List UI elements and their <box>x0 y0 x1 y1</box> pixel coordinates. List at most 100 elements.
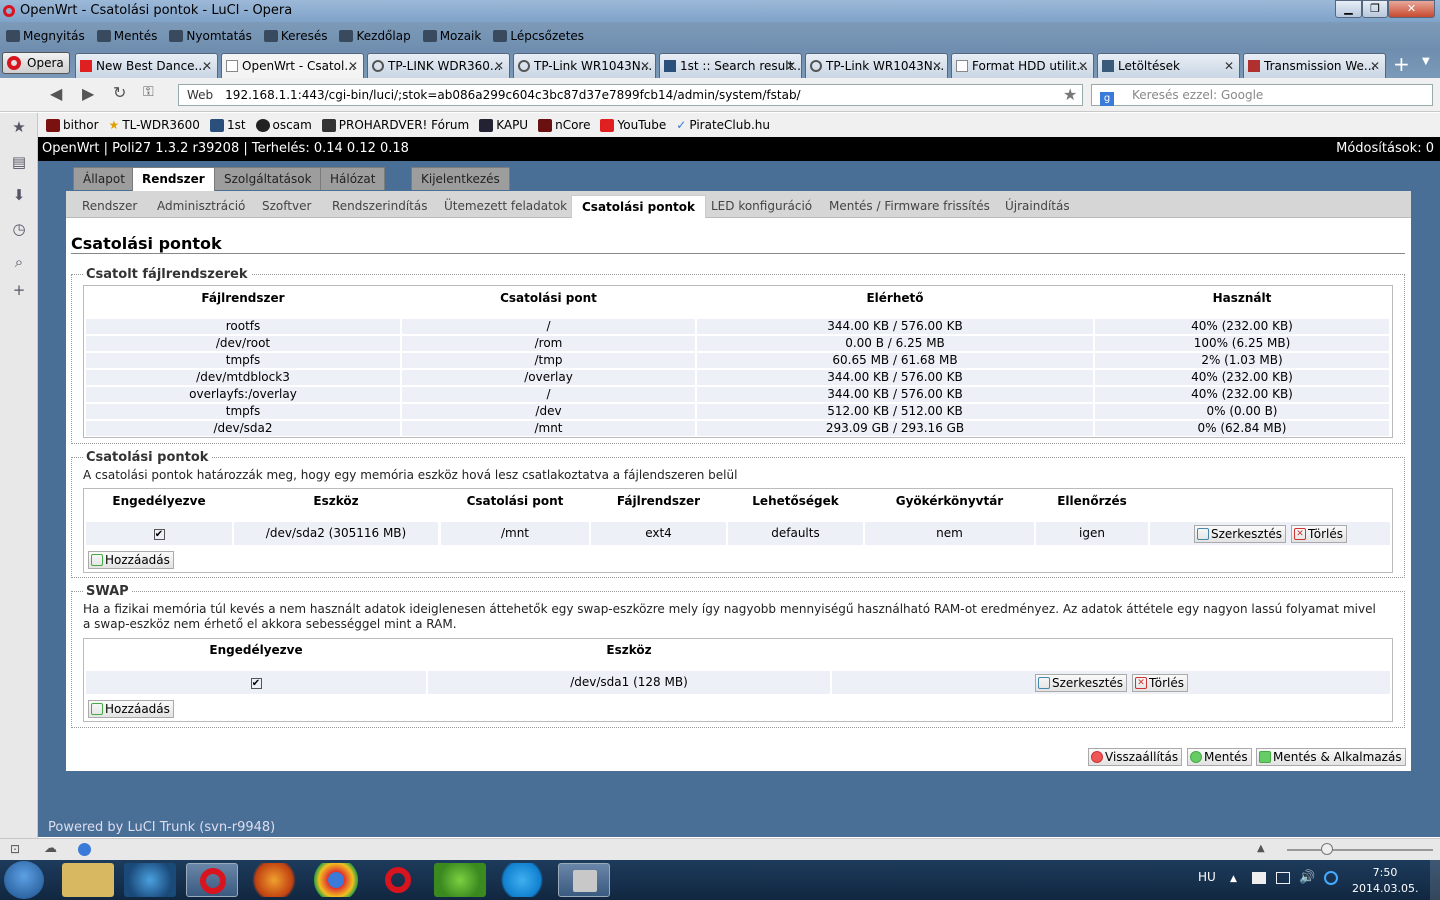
browser-tab[interactable]: Format HDD utilit... ✕ <box>951 53 1094 78</box>
tab-network[interactable]: Hálózat <box>320 167 386 190</box>
show-desktop-button[interactable] <box>1430 860 1440 900</box>
network-icon[interactable] <box>1276 872 1290 884</box>
add-mount-button[interactable]: Hozzáadás <box>88 551 174 569</box>
tray-app-icon[interactable] <box>1324 871 1338 885</box>
new-tab-icon[interactable]: + <box>1393 52 1410 76</box>
close-window-button[interactable]: ✕ <box>1388 0 1435 18</box>
star-icon[interactable]: ★ <box>1063 85 1077 104</box>
ccleaner-icon[interactable] <box>124 863 176 897</box>
bookmark-star-icon[interactable]: ★ <box>10 118 28 136</box>
forward-icon[interactable]: ▶ <box>82 84 94 103</box>
tab-logout[interactable]: Kijelentkezés <box>411 167 510 190</box>
enabled-checkbox[interactable]: ✔ <box>250 678 262 689</box>
cell-enabled[interactable]: ✔ <box>86 671 426 694</box>
browser-tab[interactable]: TP-Link WR1043N... ✕ <box>805 53 948 78</box>
search-icon[interactable]: ⌕ <box>10 253 28 271</box>
bookmark-item[interactable]: KAPU <box>479 118 528 132</box>
transmission-taskbar-icon[interactable] <box>558 863 610 897</box>
close-tab-icon[interactable]: ✕ <box>494 54 504 78</box>
add-panel-icon[interactable]: + <box>10 281 28 299</box>
firefox-icon[interactable] <box>248 863 300 897</box>
browser-tab[interactable]: New Best Dance... ✕ <box>75 53 218 78</box>
close-tab-icon[interactable]: ✕ <box>202 54 212 78</box>
history-icon[interactable]: ◷ <box>10 220 28 238</box>
panel-toggle-icon[interactable]: ⊡ <box>10 842 20 856</box>
clock-date[interactable]: 2014.03.05. <box>1352 882 1418 895</box>
tray-expand-icon[interactable]: ▲ <box>1230 874 1237 884</box>
browser-tab[interactable]: Transmission We... ✕ <box>1243 53 1386 78</box>
subtab-system[interactable]: Rendszer <box>72 195 147 218</box>
speed-dial-icon[interactable] <box>78 843 91 856</box>
browser-tab-active[interactable]: OpenWrt - Csatol... ✕ <box>221 53 364 78</box>
tab-list-icon[interactable]: ▼ <box>1422 56 1430 67</box>
subtab-led[interactable]: LED konfiguráció <box>701 195 822 218</box>
bookmark-item[interactable]: oscam <box>255 118 312 132</box>
zoom-slider-handle[interactable] <box>1321 843 1333 855</box>
close-tab-icon[interactable]: ✕ <box>1370 54 1380 78</box>
clock-time[interactable]: 7:50 <box>1357 866 1413 879</box>
delete-button[interactable]: ✕ Törlés <box>1132 674 1189 692</box>
bookmark-item[interactable]: YouTube <box>600 118 666 132</box>
enabled-checkbox[interactable]: ✔ <box>153 529 165 540</box>
chrome-icon[interactable] <box>310 863 362 897</box>
menu-save[interactable]: Mentés <box>96 29 157 43</box>
menu-search[interactable]: Keresés <box>263 29 327 43</box>
opera-menu-button[interactable]: Opera <box>2 52 70 74</box>
close-tab-icon[interactable]: ✕ <box>786 54 796 78</box>
notes-icon[interactable]: ▤ <box>10 153 28 171</box>
downloads-icon[interactable]: ⬇ <box>10 186 28 204</box>
action-center-icon[interactable] <box>1252 872 1266 884</box>
maximize-button[interactable]: ❐ <box>1362 0 1388 18</box>
delete-button[interactable]: ✕ Törlés <box>1291 525 1348 543</box>
add-swap-button[interactable]: Hozzáadás <box>88 700 174 718</box>
bookmark-item[interactable]: nCore <box>538 118 590 132</box>
menu-home[interactable]: Kezdőlap <box>339 29 411 43</box>
close-tab-icon[interactable]: ✕ <box>932 54 942 78</box>
edit-button[interactable]: Szerkesztés <box>1035 674 1128 692</box>
menu-open[interactable]: Megnyitás <box>6 29 85 43</box>
menu-cascade[interactable]: Lépcsőzetes <box>493 29 584 43</box>
start-button[interactable] <box>4 861 44 899</box>
key-icon[interactable]: ⚿ <box>143 84 154 100</box>
tab-system[interactable]: Rendszer <box>132 167 215 191</box>
save-button[interactable]: Mentés <box>1187 748 1252 766</box>
close-tab-icon[interactable]: ✕ <box>1078 54 1088 78</box>
minimize-button[interactable]: ▁ <box>1335 0 1362 18</box>
address-input[interactable]: Web 192.168.1.1:443/cgi-bin/luci/;stok=ab… <box>178 84 1083 106</box>
menu-tile[interactable]: Mozaik <box>422 29 481 43</box>
volume-icon[interactable]: 🔊 <box>1299 870 1315 885</box>
language-indicator[interactable]: HU <box>1198 870 1216 884</box>
bookmark-item[interactable]: 1st <box>209 118 246 132</box>
cloud-icon[interactable]: ☁ <box>44 841 57 856</box>
menu-print[interactable]: Nyomtatás <box>169 29 252 43</box>
browser-tab[interactable]: TP-Link WR1043N... ✕ <box>513 53 656 78</box>
subtab-backup-firmware[interactable]: Mentés / Firmware frissítés <box>819 195 1000 218</box>
bookmark-item[interactable]: bithor <box>46 118 99 132</box>
subtab-scheduled-tasks[interactable]: Ütemezett feladatok <box>434 195 577 218</box>
opera-icon[interactable] <box>372 863 424 897</box>
search-input[interactable]: g Keresés ezzel: Google <box>1091 84 1433 106</box>
back-icon[interactable]: ◀ <box>50 84 62 103</box>
browser-tab[interactable]: 1st :: Search result... ✕ <box>659 53 802 78</box>
close-tab-icon[interactable]: ✕ <box>348 54 358 78</box>
subtab-startup[interactable]: Rendszerindítás <box>322 195 437 218</box>
bookmark-item[interactable]: ✓ PirateClub.hu <box>676 118 770 132</box>
skype-icon[interactable] <box>496 863 548 897</box>
cell-enabled[interactable]: ✔ <box>86 522 232 545</box>
reload-icon[interactable]: ↻ <box>113 83 126 102</box>
browser-tab[interactable]: Letöltések ✕ <box>1097 53 1240 78</box>
browser-tab[interactable]: TP-LINK WDR360... ✕ <box>367 53 510 78</box>
tab-status[interactable]: Állapot <box>73 167 135 190</box>
subtab-mount-points[interactable]: Csatolási pontok <box>571 195 707 218</box>
edit-button[interactable]: Szerkesztés <box>1194 525 1287 543</box>
tab-services[interactable]: Szolgáltatások <box>214 167 322 190</box>
opera-taskbar-icon[interactable] <box>186 863 238 897</box>
close-tab-icon[interactable]: ✕ <box>1224 54 1234 78</box>
bookmark-item[interactable]: ★ TL-WDR3600 <box>109 118 200 132</box>
utorrent-icon[interactable] <box>434 863 486 897</box>
subtab-reboot[interactable]: Újraindítás <box>995 195 1080 218</box>
subtab-software[interactable]: Szoftver <box>252 195 321 218</box>
zoom-toggle-icon[interactable]: ▲ <box>1257 843 1265 854</box>
changes-counter[interactable]: Módosítások: 0 <box>1336 137 1434 161</box>
zoom-slider[interactable] <box>1287 849 1433 851</box>
